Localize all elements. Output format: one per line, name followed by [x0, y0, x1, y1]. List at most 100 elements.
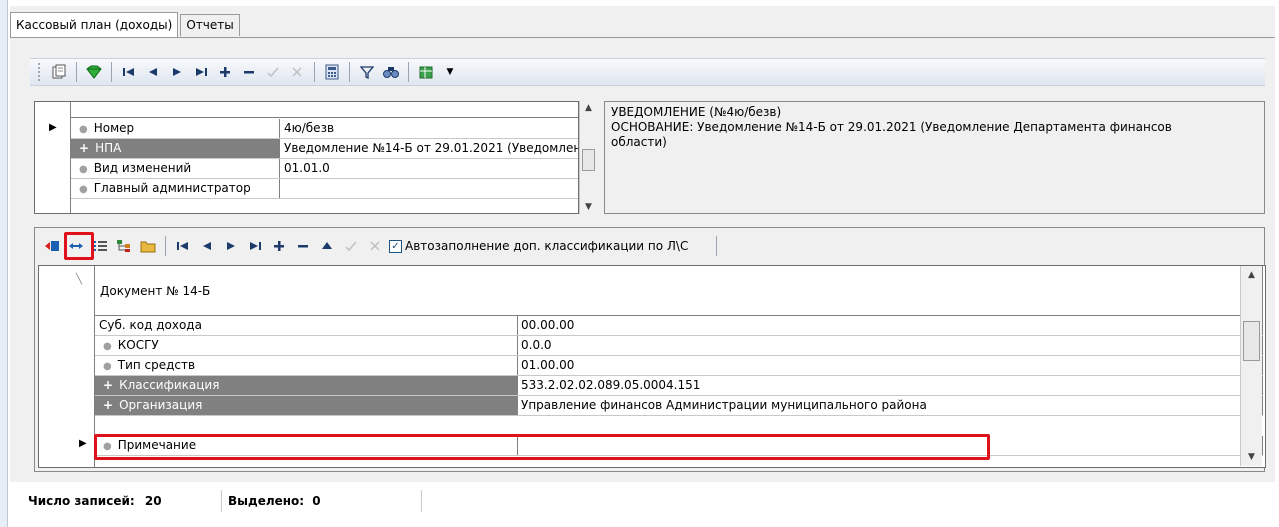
last-record-icon[interactable] [191, 62, 211, 82]
selected-count-label: Выделено: [228, 494, 305, 508]
expand-plus-icon[interactable]: + [103, 378, 113, 392]
folder-icon[interactable] [138, 236, 158, 256]
field-label: Организация [119, 398, 203, 412]
field-number-value[interactable]: 4ю/безв [280, 119, 578, 138]
field-chief-admin-row[interactable]: ● Главный администратор [71, 179, 578, 199]
gem-icon[interactable] [84, 62, 104, 82]
insert-icon[interactable] [42, 236, 62, 256]
next-record-icon[interactable] [167, 62, 187, 82]
scroll-down-icon[interactable]: ▼ [580, 202, 597, 212]
sort-indicator-icon: ╲ [76, 274, 83, 285]
bullet-icon: ● [79, 164, 88, 175]
field-organization-row[interactable]: + Организация Управление финансов Админис… [95, 396, 1263, 416]
row-selector-column [35, 102, 71, 213]
first-record-icon[interactable] [119, 62, 139, 82]
field-label: Примечание [117, 438, 197, 452]
field-classification-value[interactable]: 533.2.02.02.089.05.0004.151 [518, 376, 1263, 395]
scroll-thumb[interactable] [1243, 321, 1260, 361]
record-count-value: 20 [144, 494, 162, 508]
delete-record-icon[interactable] [239, 62, 259, 82]
window-left-edge [0, 0, 8, 527]
field-kosgu-value[interactable]: 0.0.0 [518, 336, 1263, 355]
description-line-2: ОСНОВАНИЕ: Уведомление №14-Б от 29.01.20… [611, 120, 1172, 134]
record-count: Число записей: 20 [22, 490, 222, 512]
copy-icon[interactable] [49, 62, 69, 82]
document-header-grid: ▶ ● Номер 4ю/безв + НПА Уведомление №14-Б … [34, 101, 579, 214]
description-line-1: УВЕДОМЛЕНИЕ (№4ю/безв) [611, 105, 782, 119]
scroll-down-icon[interactable]: ▼ [1241, 452, 1262, 462]
filter-icon[interactable] [357, 62, 377, 82]
field-number-row[interactable]: ● Номер 4ю/безв [71, 119, 578, 139]
field-funds-type-value[interactable]: 01.00.00 [518, 356, 1263, 375]
tab-divider [10, 37, 1275, 38]
document-detail-grid: Документ № 14-Б ╲ Суб. код дохода 00.00.… [38, 265, 1266, 468]
toolbar-separator [314, 62, 315, 82]
chevron-down-icon[interactable]: ▼ [440, 62, 460, 82]
field-note-row[interactable]: ● Примечание [95, 436, 1263, 456]
row-selector-column [39, 266, 95, 467]
tab-reports[interactable]: Отчеты [180, 14, 240, 36]
toolbar-separator [349, 62, 350, 82]
bullet-icon: ● [103, 341, 112, 352]
toolbar-separator [716, 236, 718, 256]
field-sub-income-code-row[interactable]: Суб. код дохода 00.00.00 [95, 316, 1263, 336]
field-change-type-row[interactable]: ● Вид изменений 01.01.0 [71, 159, 578, 179]
cancel-icon[interactable] [287, 62, 307, 82]
current-row-arrow-icon: ▶ [49, 122, 57, 133]
confirm-icon[interactable] [263, 62, 283, 82]
add-record-icon[interactable] [269, 236, 289, 256]
expand-plus-icon[interactable]: + [79, 141, 89, 155]
next-record-icon[interactable] [221, 236, 241, 256]
selected-count-value: 0 [312, 494, 321, 508]
field-organization-value[interactable]: Управление финансов Администрации муници… [518, 396, 1263, 415]
field-change-type-value[interactable]: 01.01.0 [280, 159, 578, 178]
field-label: Классификация [119, 378, 220, 392]
scroll-thumb[interactable] [582, 149, 595, 171]
find-icon[interactable] [381, 62, 401, 82]
tab-cash-plan-income[interactable]: Кассовый план (доходы) [10, 12, 179, 37]
field-label: НПА [95, 141, 122, 155]
toolbar-separator [111, 62, 112, 82]
record-count-label: Число записей: [28, 494, 135, 508]
field-npa-row[interactable]: + НПА Уведомление №14-Б от 29.01.2021 (Ув… [71, 139, 578, 159]
toolbar-grip[interactable] [38, 63, 41, 81]
field-npa-value[interactable]: Уведомление №14-Б от 29.01.2021 (Уведомл… [280, 139, 578, 158]
first-record-icon[interactable] [173, 236, 193, 256]
description-line-3: области) [611, 135, 667, 149]
header-grid-scrollbar[interactable]: ▲ ▼ [579, 101, 597, 214]
field-note-value[interactable] [518, 436, 1263, 455]
export-icon[interactable] [416, 62, 436, 82]
autofill-checkbox[interactable]: ✓ Автозаполнение доп. классификации по Л… [389, 239, 688, 253]
field-funds-type-row[interactable]: ● Тип средств 01.00.00 [95, 356, 1263, 376]
toolbar-separator [76, 62, 77, 82]
expand-horizontal-icon[interactable] [66, 236, 86, 256]
move-up-icon[interactable] [317, 236, 337, 256]
toolbar-separator [408, 62, 409, 82]
autofill-checkbox-label: Автозаполнение доп. классификации по Л\С [405, 239, 689, 253]
field-classification-row[interactable]: + Классификация 533.2.02.02.089.05.0004.1… [95, 376, 1263, 396]
checkbox-checked-icon[interactable]: ✓ [389, 239, 402, 253]
list-icon[interactable] [90, 236, 110, 256]
prev-record-icon[interactable] [143, 62, 163, 82]
bullet-icon: ● [103, 441, 112, 452]
tab-strip: Кассовый план (доходы) Отчеты [10, 12, 242, 37]
current-row-arrow-icon: ▶ [79, 438, 87, 449]
detail-grid-scrollbar[interactable]: ▲ ▼ [1240, 266, 1262, 466]
grid-header-row [71, 102, 578, 118]
field-kosgu-row[interactable]: ● КОСГУ 0.0.0 [95, 336, 1263, 356]
field-chief-admin-value[interactable] [280, 179, 578, 198]
field-sub-income-code-value[interactable]: 00.00.00 [518, 316, 1263, 335]
cancel-icon[interactable] [365, 236, 385, 256]
scroll-up-icon[interactable]: ▲ [1241, 270, 1262, 280]
detail-toolbar: ✓ Автозаполнение доп. классификации по Л… [40, 235, 718, 257]
scroll-up-icon[interactable]: ▲ [580, 103, 597, 113]
tree-icon[interactable] [114, 236, 134, 256]
confirm-icon[interactable] [341, 236, 361, 256]
expand-plus-icon[interactable]: + [103, 398, 113, 412]
calculator-icon[interactable] [322, 62, 342, 82]
last-record-icon[interactable] [245, 236, 265, 256]
delete-record-icon[interactable] [293, 236, 313, 256]
prev-record-icon[interactable] [197, 236, 217, 256]
field-label: Номер [93, 121, 135, 135]
add-record-icon[interactable] [215, 62, 235, 82]
